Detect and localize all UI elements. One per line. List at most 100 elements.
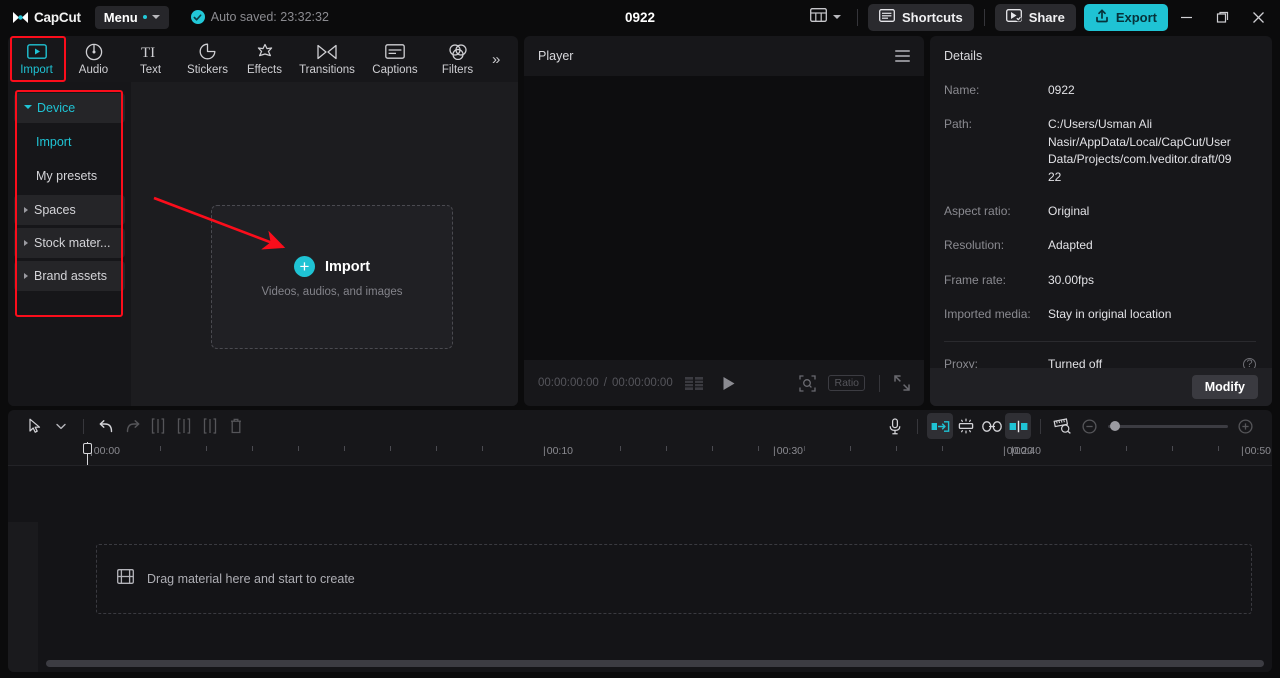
- shortcuts-label: Shortcuts: [902, 9, 963, 25]
- divider: [83, 418, 84, 434]
- more-tabs-chevron-icon[interactable]: »: [492, 51, 500, 68]
- split-icon[interactable]: [145, 413, 171, 439]
- details-value: C:/Users/Usman Ali Nasir/AppData/Local/C…: [1048, 117, 1232, 184]
- zoom-fit-icon[interactable]: [799, 374, 817, 392]
- zoom-slider-knob[interactable]: [1110, 421, 1120, 431]
- hamburger-icon[interactable]: [895, 50, 910, 62]
- tab-text[interactable]: TI Text: [122, 37, 179, 81]
- capcut-logo-icon: [12, 10, 29, 25]
- shortcuts-button[interactable]: Shortcuts: [868, 3, 974, 31]
- details-label: Name:: [944, 83, 980, 97]
- ruler-label: 00:00: [90, 445, 120, 457]
- timeline-placeholder-text: Drag material here and start to create: [147, 572, 355, 586]
- timeline-canvas[interactable]: Drag material here and start to create: [8, 466, 1272, 672]
- tab-filters[interactable]: Filters: [429, 37, 486, 81]
- keyboard-icon: [879, 9, 895, 25]
- ruler-label: 00:40: [1011, 445, 1041, 457]
- media-sidebar: Device Import My presets Spaces Stock ma…: [8, 82, 131, 406]
- ruler-label: 00:10: [543, 445, 573, 457]
- import-dropzone[interactable]: + Import Videos, audios, and images: [211, 205, 453, 349]
- tab-stickers[interactable]: Stickers: [179, 37, 236, 81]
- undo-icon[interactable]: [93, 413, 119, 439]
- sidebar-item-label: Brand assets: [34, 269, 107, 283]
- tab-import[interactable]: Import: [8, 37, 65, 81]
- player-header: Player: [524, 36, 924, 76]
- title-bar: CapCut Menu Auto saved: 23:32:32 0922 Sh…: [0, 0, 1280, 34]
- menu-label: Menu: [103, 9, 138, 25]
- mirror-split-icon[interactable]: [1005, 413, 1031, 439]
- tab-effects[interactable]: Effects: [236, 37, 293, 81]
- sidebar-item-stock-materials[interactable]: Stock mater...: [14, 228, 125, 258]
- import-dropzone-row: + Import: [293, 256, 371, 277]
- details-row-aspect-ratio: Aspect ratio: Original: [944, 203, 1256, 220]
- link-icon[interactable]: [979, 413, 1005, 439]
- export-button[interactable]: Export: [1083, 3, 1168, 31]
- zoom-out-icon[interactable]: [1076, 413, 1102, 439]
- modify-button[interactable]: Modify: [1191, 375, 1258, 399]
- divider: [944, 340, 1256, 342]
- transitions-icon: [317, 42, 337, 61]
- tab-label: Filters: [441, 64, 474, 76]
- trim-right-icon[interactable]: [197, 413, 223, 439]
- sidebar-item-import[interactable]: Import: [14, 126, 125, 158]
- layout-button[interactable]: [804, 4, 847, 31]
- zoom-in-icon[interactable]: [1232, 413, 1258, 439]
- divider: [983, 8, 985, 26]
- delete-icon[interactable]: [223, 413, 249, 439]
- details-title: Details: [944, 49, 983, 63]
- microphone-icon[interactable]: [882, 413, 908, 439]
- details-value: Adapted: [1048, 238, 1093, 253]
- tab-captions[interactable]: Captions: [361, 37, 429, 81]
- timeline-preview-icon[interactable]: [1050, 413, 1076, 439]
- layout-icon: [810, 7, 827, 27]
- timeline-ruler[interactable]: 00:00 00:10 00:20 00:3000:4000:50: [8, 442, 1272, 466]
- text-ti-icon: TI: [140, 42, 162, 61]
- cursor-dropdown-chevron-icon[interactable]: [48, 413, 74, 439]
- sidebar-item-spaces[interactable]: Spaces: [14, 195, 125, 225]
- player-title: Player: [538, 49, 574, 63]
- sidebar-item-label: Stock mater...: [34, 236, 111, 250]
- trim-left-icon[interactable]: [171, 413, 197, 439]
- tab-transitions[interactable]: Transitions: [293, 37, 361, 81]
- redo-icon[interactable]: [119, 413, 145, 439]
- tab-label: Captions: [372, 64, 418, 76]
- timeline-horizontal-scrollbar[interactable]: [46, 660, 1264, 667]
- chevron-right-icon: [24, 273, 28, 279]
- ratio-button[interactable]: Ratio: [828, 375, 865, 391]
- tab-audio[interactable]: Audio: [65, 37, 122, 81]
- timeline-drop-placeholder[interactable]: Drag material here and start to create: [96, 544, 1252, 614]
- chevron-right-icon: [24, 207, 28, 213]
- adjust-icon[interactable]: [953, 413, 979, 439]
- fullscreen-icon[interactable]: [894, 375, 910, 391]
- menu-button[interactable]: Menu: [94, 5, 169, 29]
- zoom-slider[interactable]: [1108, 421, 1228, 431]
- player-controls: 00:00:00:00 / 00:00:00:00 Ratio: [524, 360, 924, 406]
- maximize-button[interactable]: [1204, 0, 1240, 34]
- quality-bars-icon[interactable]: [684, 376, 704, 390]
- share-label: Share: [1028, 9, 1065, 25]
- select-cursor-icon[interactable]: [22, 413, 48, 439]
- details-label: Frame rate:: [944, 272, 1007, 287]
- sidebar-item-label: My presets: [36, 169, 98, 183]
- details-value: Original: [1048, 203, 1090, 218]
- filters-icon: [448, 42, 468, 61]
- share-button[interactable]: Share: [994, 3, 1076, 31]
- sidebar-item-device[interactable]: Device: [14, 93, 125, 123]
- playhead-handle[interactable]: [83, 443, 92, 454]
- plus-circle-icon[interactable]: +: [293, 256, 315, 277]
- zoom-slider-track[interactable]: [1108, 421, 1228, 431]
- import-dropzone-title: Import: [324, 258, 371, 275]
- auto-snap-icon[interactable]: [927, 413, 953, 439]
- tab-label: Transitions: [299, 64, 355, 76]
- autosave-status: Auto saved: 23:32:32: [190, 10, 329, 24]
- play-icon[interactable]: [722, 376, 736, 391]
- minimize-button[interactable]: [1168, 0, 1204, 34]
- close-button[interactable]: [1240, 0, 1276, 34]
- sidebar-item-my-presets[interactable]: My presets: [14, 160, 125, 192]
- playhead[interactable]: [83, 442, 92, 465]
- sidebar-item-brand-assets[interactable]: Brand assets: [14, 261, 125, 291]
- player-stage[interactable]: [524, 76, 924, 360]
- check-circle-icon: [190, 10, 205, 24]
- audio-note-icon: [85, 42, 103, 61]
- details-value: Stay in original location: [1048, 307, 1172, 322]
